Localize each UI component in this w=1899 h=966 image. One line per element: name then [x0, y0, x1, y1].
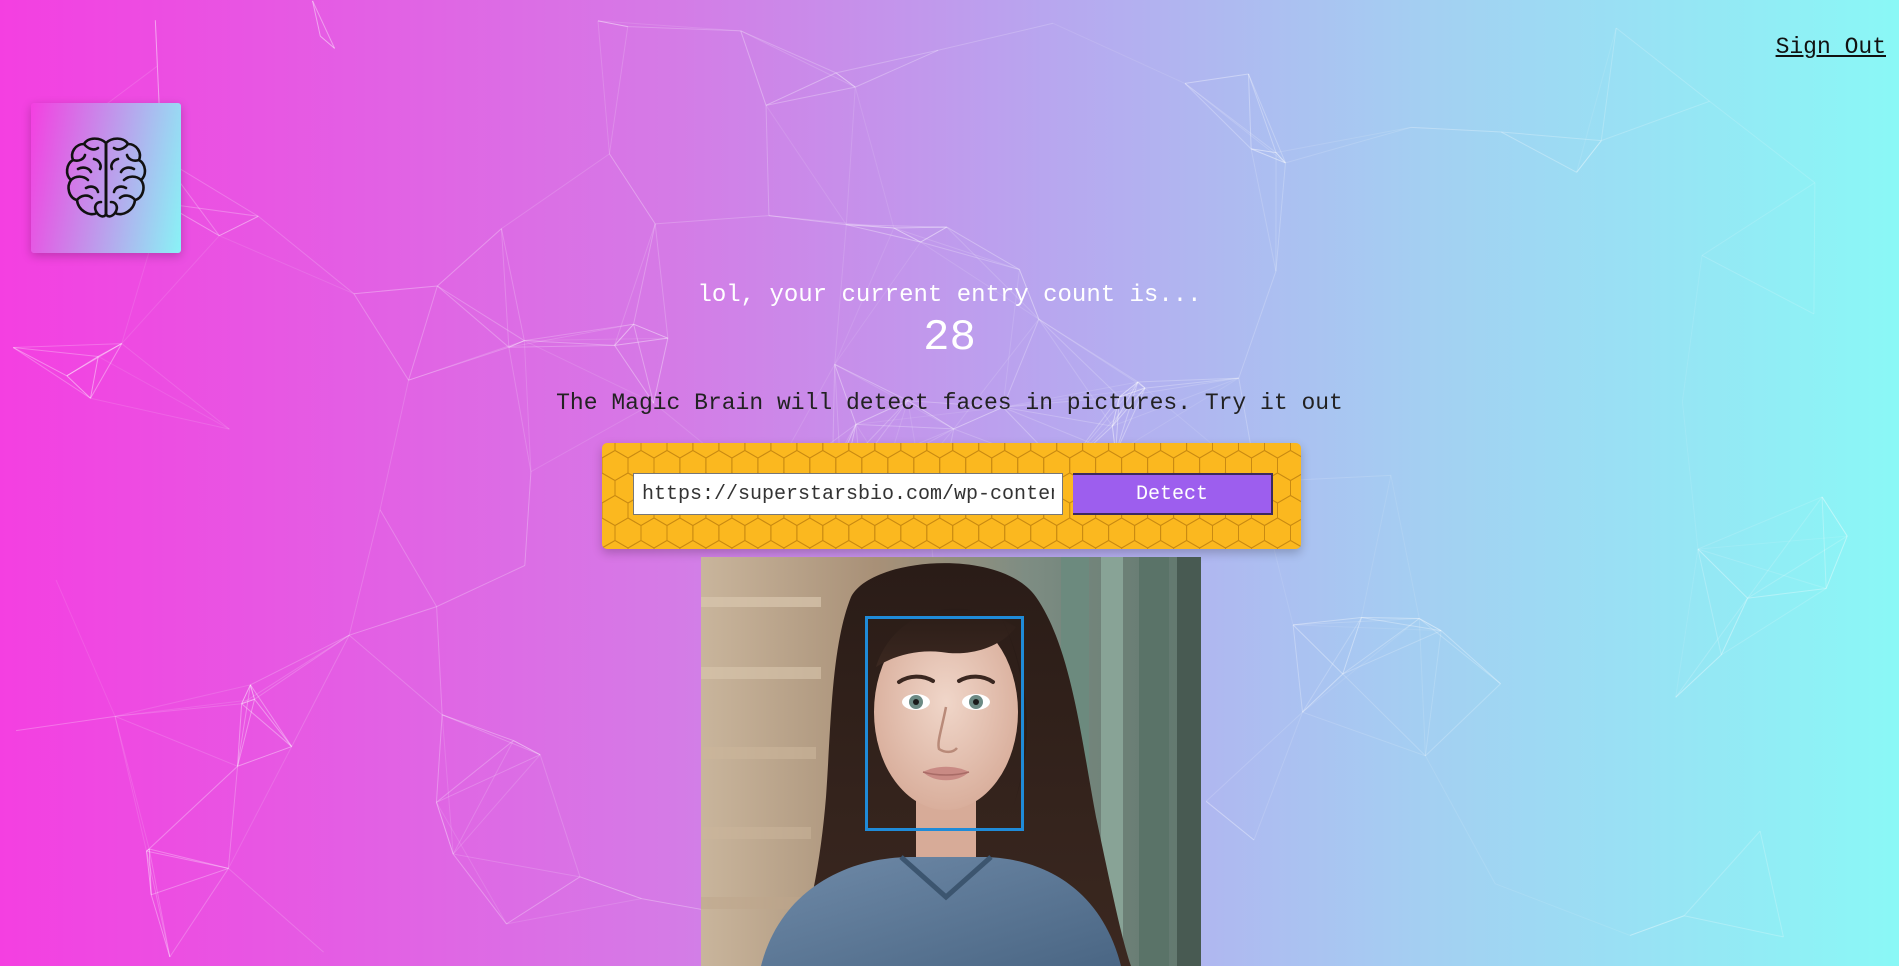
logo-tilt-card[interactable] — [31, 103, 181, 253]
detect-button[interactable]: Detect — [1073, 473, 1273, 515]
sign-out-link[interactable]: Sign Out — [1776, 34, 1886, 60]
image-url-input[interactable] — [633, 473, 1063, 515]
navigation: Sign Out — [1776, 34, 1886, 60]
brain-icon — [65, 137, 147, 218]
face-bounding-box — [865, 616, 1024, 831]
entry-count-text: lol, your current entry count is... — [697, 282, 1202, 309]
image-link-form: Detect — [602, 443, 1301, 549]
input-image — [701, 557, 1201, 966]
entry-count-value: 28 — [923, 313, 976, 363]
rank-section: lol, your current entry count is... 28 — [0, 282, 1899, 363]
intro-text: The Magic Brain will detect faces in pic… — [556, 390, 1343, 416]
